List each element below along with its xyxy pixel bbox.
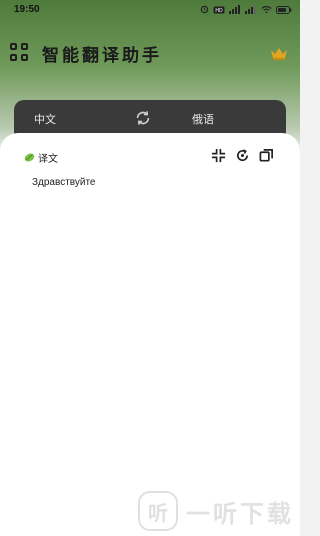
svg-text:HD: HD bbox=[215, 8, 223, 14]
status-time: 19:50 bbox=[14, 4, 40, 15]
watermark-logo: 听 bbox=[138, 491, 178, 531]
result-label: 译文 bbox=[38, 154, 58, 165]
translated-text: Здравствуйте bbox=[32, 177, 96, 188]
refresh-icon[interactable] bbox=[235, 148, 250, 163]
wifi-icon bbox=[261, 6, 272, 14]
watermark: 听 一听下载 bbox=[138, 491, 294, 531]
app-title: 智能翻译助手 bbox=[42, 45, 162, 65]
watermark-text: 一听下载 bbox=[186, 500, 294, 528]
swap-icon[interactable] bbox=[134, 109, 152, 127]
hd-icon: HD bbox=[213, 6, 225, 14]
language-bar: 中文 俄语 bbox=[14, 100, 286, 136]
target-language[interactable]: 俄语 bbox=[192, 111, 214, 127]
alarm-icon bbox=[200, 5, 209, 14]
collapse-icon[interactable] bbox=[211, 148, 226, 163]
source-language[interactable]: 中文 bbox=[34, 111, 56, 127]
result-tools bbox=[211, 148, 274, 163]
result-card: 译文 Здравствуйте bbox=[0, 133, 300, 536]
status-icons: HD bbox=[200, 5, 292, 14]
crown-icon[interactable] bbox=[270, 46, 288, 60]
grid-icon[interactable] bbox=[10, 43, 30, 63]
battery-icon bbox=[276, 5, 292, 14]
leaf-icon bbox=[24, 153, 35, 162]
status-bar: 19:50 HD bbox=[0, 0, 300, 22]
signal-5g-icon bbox=[229, 5, 240, 14]
app-header: 智能翻译助手 bbox=[10, 40, 162, 66]
copy-icon[interactable] bbox=[259, 148, 274, 163]
signal-4g-icon bbox=[245, 5, 256, 14]
result-header: 译文 bbox=[24, 150, 58, 165]
